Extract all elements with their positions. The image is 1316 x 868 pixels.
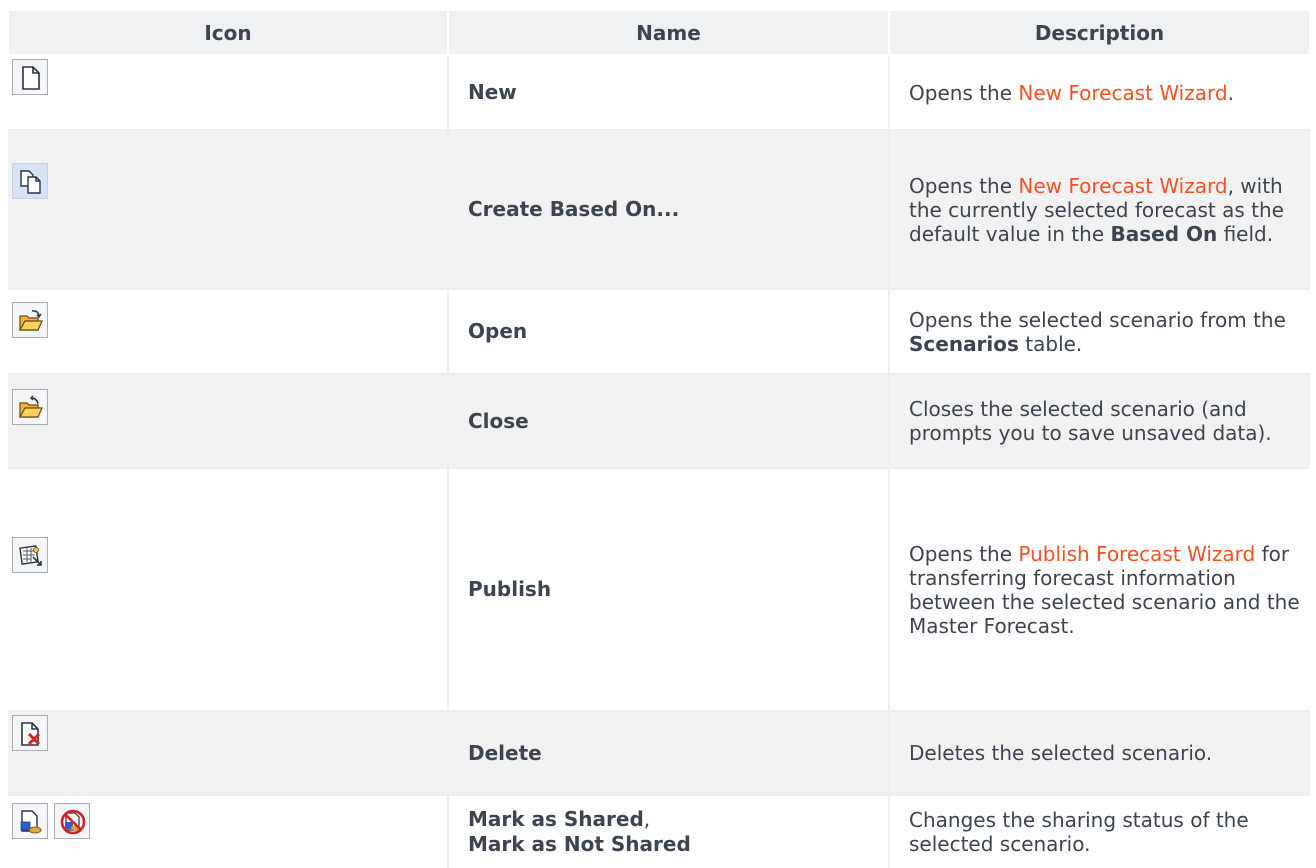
icon-cell (8, 795, 448, 868)
table-header-row: Icon Name Description (7, 9, 1311, 56)
header-icon: Icon (7, 9, 449, 56)
open-folder-icon (12, 302, 48, 338)
header-description: Description (888, 9, 1311, 56)
description-create-based-on: Opens the New Forecast Wizard, with the … (888, 130, 1310, 290)
header-name: Name (447, 9, 890, 56)
name-new: New (447, 55, 889, 131)
name-delete: Delete (447, 711, 889, 796)
publish-forecast-wizard-link[interactable]: Publish Forecast Wizard (1018, 542, 1255, 566)
icon-cell (8, 711, 448, 796)
toolbar-icons-table: Icon Name Description New Opens the New … (7, 9, 1311, 868)
description-mark-shared: Changes the sharing status of the select… (888, 795, 1310, 868)
icon-cell (8, 468, 448, 712)
table-row: New Opens the New Forecast Wizard. (8, 55, 1310, 131)
description-delete: Deletes the selected scenario. (888, 711, 1310, 796)
table-row: Close Closes the selected scenario (and … (8, 374, 1310, 469)
copy-document-icon (12, 163, 48, 199)
publish-icon (12, 537, 48, 573)
table-row: Create Based On... Opens the New Forecas… (8, 130, 1310, 290)
name-mark-shared: Mark as Shared, Mark as Not Shared (447, 795, 889, 868)
description-open: Opens the selected scenario from the Sce… (888, 289, 1310, 375)
new-forecast-wizard-link[interactable]: New Forecast Wizard (1018, 81, 1227, 105)
table-row: Open Opens the selected scenario from th… (8, 289, 1310, 375)
table-row: Delete Deletes the selected scenario. (8, 711, 1310, 796)
icon-cell (8, 374, 448, 469)
icon-cell (8, 55, 448, 131)
close-folder-icon (12, 389, 48, 425)
table-row: Publish Opens the Publish Forecast Wizar… (8, 468, 1310, 712)
new-document-icon (12, 59, 48, 95)
name-publish: Publish (447, 468, 889, 712)
mark-not-shared-icon (54, 803, 90, 839)
delete-document-icon (12, 715, 48, 751)
description-publish: Opens the Publish Forecast Wizard for tr… (888, 468, 1310, 712)
mark-shared-icon (12, 803, 48, 839)
icon-cell (8, 130, 448, 290)
name-create-based-on: Create Based On... (447, 130, 889, 290)
description-close: Closes the selected scenario (and prompt… (888, 374, 1310, 469)
description-new: Opens the New Forecast Wizard. (888, 55, 1310, 131)
new-forecast-wizard-link[interactable]: New Forecast Wizard (1018, 174, 1227, 198)
name-open: Open (447, 289, 889, 375)
table-row: Mark as Shared, Mark as Not Shared Change… (8, 795, 1310, 868)
name-close: Close (447, 374, 889, 469)
icon-cell (8, 289, 448, 375)
